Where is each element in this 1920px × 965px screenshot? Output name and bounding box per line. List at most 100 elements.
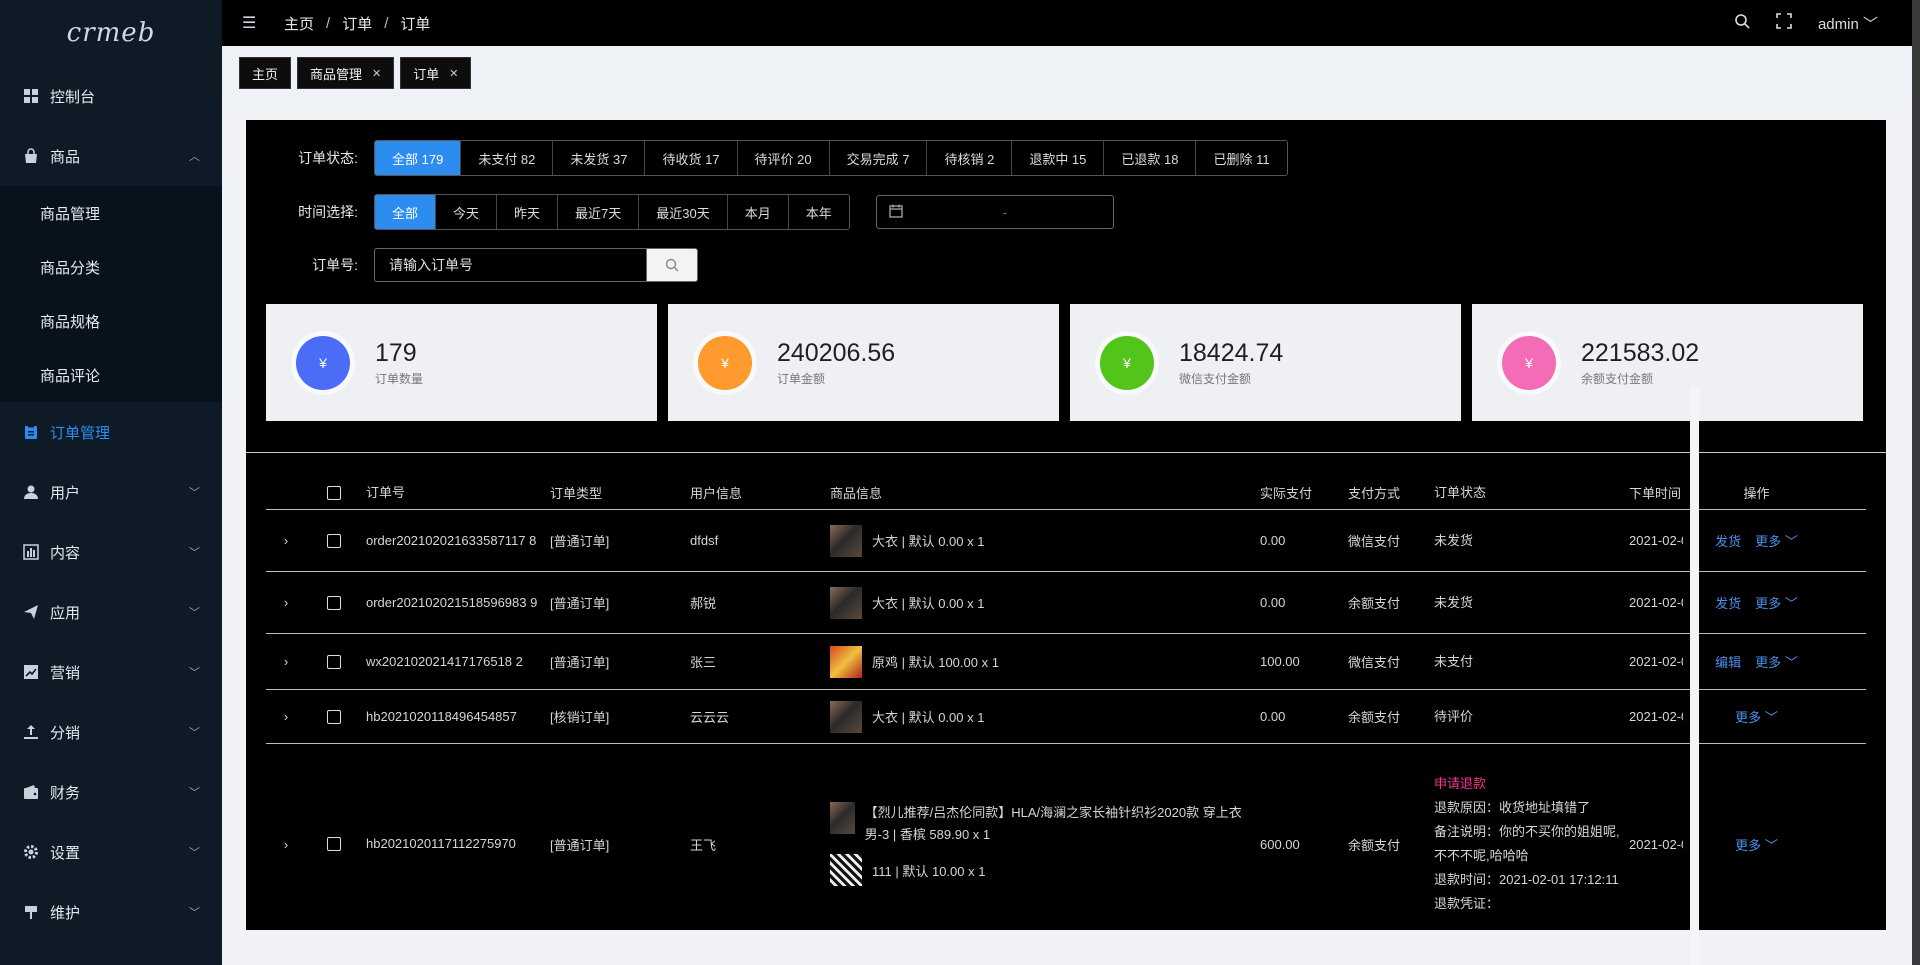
more-dropdown[interactable]: 更多 ﹀: [1735, 835, 1778, 854]
order-type: [普通订单]: [550, 534, 610, 549]
tab-home[interactable]: 主页: [239, 57, 292, 89]
sidebar-item-label: 控制台: [50, 88, 96, 106]
page-scrollbar[interactable]: [1912, 0, 1920, 965]
sidebar-item-apps[interactable]: 应用 ﹀: [0, 582, 222, 642]
row-checkbox[interactable]: [327, 837, 341, 851]
stat-card-order-count: ¥ 179 订单数量: [266, 304, 657, 421]
stat-value: 179: [375, 339, 417, 367]
order-type: [普通订单]: [550, 837, 610, 853]
refund-reason: 退款原因：收货地址填错了: [1434, 800, 1591, 815]
time-option[interactable]: 本月: [727, 195, 789, 229]
time-option[interactable]: 本年: [788, 195, 849, 229]
more-dropdown[interactable]: 更多 ﹀: [1755, 531, 1798, 550]
edit-button[interactable]: 编辑: [1715, 652, 1741, 671]
stat-value: 18424.74: [1179, 339, 1284, 367]
expand-icon[interactable]: ›: [266, 837, 306, 852]
table-row: › hb2021020117112275970 [普通订单] 王飞 【烈儿推荐/…: [266, 744, 1866, 944]
user-info: 云云云: [690, 710, 730, 725]
select-all-checkbox[interactable]: [327, 485, 341, 500]
wallet-icon: [22, 783, 40, 801]
search-icon[interactable]: [1734, 13, 1750, 33]
order-type: [核销订单]: [550, 710, 610, 725]
table-row: › order202102021518596983 9 [普通订单] 郝锐 大衣…: [266, 572, 1866, 634]
expand-icon[interactable]: ›: [266, 709, 306, 724]
close-icon[interactable]: ✕: [449, 67, 458, 80]
time-filter-row: 时间选择: 全部 今天 昨天 最近7天 最近30天 本月 本年 -: [286, 194, 1114, 230]
search-button[interactable]: [646, 248, 698, 282]
column-header: 订单号: [366, 484, 406, 500]
sidebar-item-settings[interactable]: 设置 ﹀: [0, 822, 222, 882]
order-no-label: 订单号:: [312, 257, 358, 273]
time-option[interactable]: 今天: [436, 195, 498, 229]
status-option[interactable]: 已删除 11: [1196, 141, 1287, 175]
chevron-down-icon: ﹀: [1764, 710, 1778, 725]
sidebar-item-content[interactable]: 内容 ﹀: [0, 522, 222, 582]
date-range-picker[interactable]: -: [875, 195, 1114, 229]
sidebar-subitem-goods-category[interactable]: 商品分类: [0, 240, 222, 294]
status-option[interactable]: 待评价 20: [737, 141, 830, 175]
tab-orders[interactable]: 订单 ✕: [400, 57, 472, 89]
status-option[interactable]: 未支付 82: [461, 141, 554, 175]
status-option[interactable]: 交易完成 7: [829, 141, 928, 175]
status-option[interactable]: 退款中 15: [1012, 141, 1105, 175]
ship-button[interactable]: 发货: [1715, 593, 1741, 612]
sidebar-item-maintenance[interactable]: 维护 ﹀: [0, 882, 222, 942]
time-option[interactable]: 最近7天: [558, 195, 640, 229]
payment-method: 余额支付: [1348, 596, 1401, 611]
table-header-row: 订单号 订单类型 用户信息 商品信息 实际支付 支付方式 订单状态 下单时间 操…: [266, 476, 1866, 510]
expand-icon[interactable]: ›: [266, 533, 306, 548]
status-option[interactable]: 待核销 2: [927, 141, 1013, 175]
order-type: [普通订单]: [550, 655, 610, 670]
expand-icon[interactable]: ›: [266, 595, 306, 610]
sidebar-subitem-goods-spec[interactable]: 商品规格: [0, 294, 222, 348]
sidebar-item-orders[interactable]: 订单管理: [0, 402, 222, 462]
date-range-separator: -: [1002, 204, 1008, 220]
status-option[interactable]: 已退款 18: [1104, 141, 1197, 175]
stat-label: 余额支付金额: [1581, 372, 1654, 386]
time-option[interactable]: 昨天: [497, 195, 559, 229]
sidebar-item-dashboard[interactable]: 控制台: [0, 66, 222, 126]
status-option[interactable]: 待收货 17: [645, 141, 738, 175]
status-option[interactable]: 全部 179: [375, 141, 462, 175]
sidebar-item-marketing[interactable]: 营销 ﹀: [0, 642, 222, 702]
ship-button[interactable]: 发货: [1715, 531, 1741, 550]
row-checkbox[interactable]: [327, 533, 341, 548]
sidebar-item-finance[interactable]: 财务 ﹀: [0, 762, 222, 822]
status-option[interactable]: 未发货 37: [553, 141, 646, 175]
menu-toggle-icon[interactable]: ☰: [242, 13, 260, 33]
row-checkbox[interactable]: [327, 709, 341, 724]
order-no: order202102021518596983 9: [366, 594, 538, 610]
order-status: 待评价: [1434, 708, 1474, 724]
tab-goods-manage[interactable]: 商品管理 ✕: [297, 57, 395, 89]
user-info: dfdsf: [690, 533, 719, 548]
user-menu[interactable]: admin ﹀: [1818, 13, 1878, 34]
time-option[interactable]: 全部: [375, 195, 437, 229]
fullscreen-icon[interactable]: [1776, 13, 1792, 33]
top-header: ☰ 主页 / 订单 / 订单 admin ﹀: [222, 0, 1920, 46]
sidebar-item-users[interactable]: 用户 ﹀: [0, 462, 222, 522]
sidebar-item-label: 商品: [50, 148, 81, 166]
yen-icon: ¥: [698, 335, 752, 390]
breadcrumb-item[interactable]: 主页: [284, 13, 314, 34]
time-option[interactable]: 最近30天: [639, 195, 728, 229]
stat-value: 240206.56: [777, 339, 896, 367]
sidebar-subitem-goods-review[interactable]: 商品评论: [0, 348, 222, 402]
more-dropdown[interactable]: 更多 ﹀: [1755, 652, 1798, 671]
sidebar-item-label: 营销: [50, 664, 81, 682]
stat-label: 订单金额: [777, 372, 826, 386]
sidebar-item-goods[interactable]: 商品 ︿: [0, 126, 222, 186]
expand-icon[interactable]: ›: [266, 654, 306, 669]
column-header: 订单类型: [550, 486, 603, 501]
more-dropdown[interactable]: 更多 ﹀: [1735, 707, 1778, 726]
submenu-goods: 商品管理 商品分类 商品规格 商品评论: [0, 186, 222, 402]
more-dropdown[interactable]: 更多 ﹀: [1755, 593, 1798, 612]
sidebar-item-distribution[interactable]: 分销 ﹀: [0, 702, 222, 762]
row-checkbox[interactable]: [327, 595, 341, 610]
order-no-input[interactable]: [374, 248, 646, 282]
sidebar-subitem-goods-manage[interactable]: 商品管理: [0, 186, 222, 240]
chevron-down-icon: ﹀: [189, 547, 200, 559]
column-header: 下单时间: [1629, 486, 1682, 501]
breadcrumb-item[interactable]: 订单: [342, 13, 372, 34]
row-checkbox[interactable]: [327, 654, 341, 669]
close-icon[interactable]: ✕: [372, 67, 381, 80]
